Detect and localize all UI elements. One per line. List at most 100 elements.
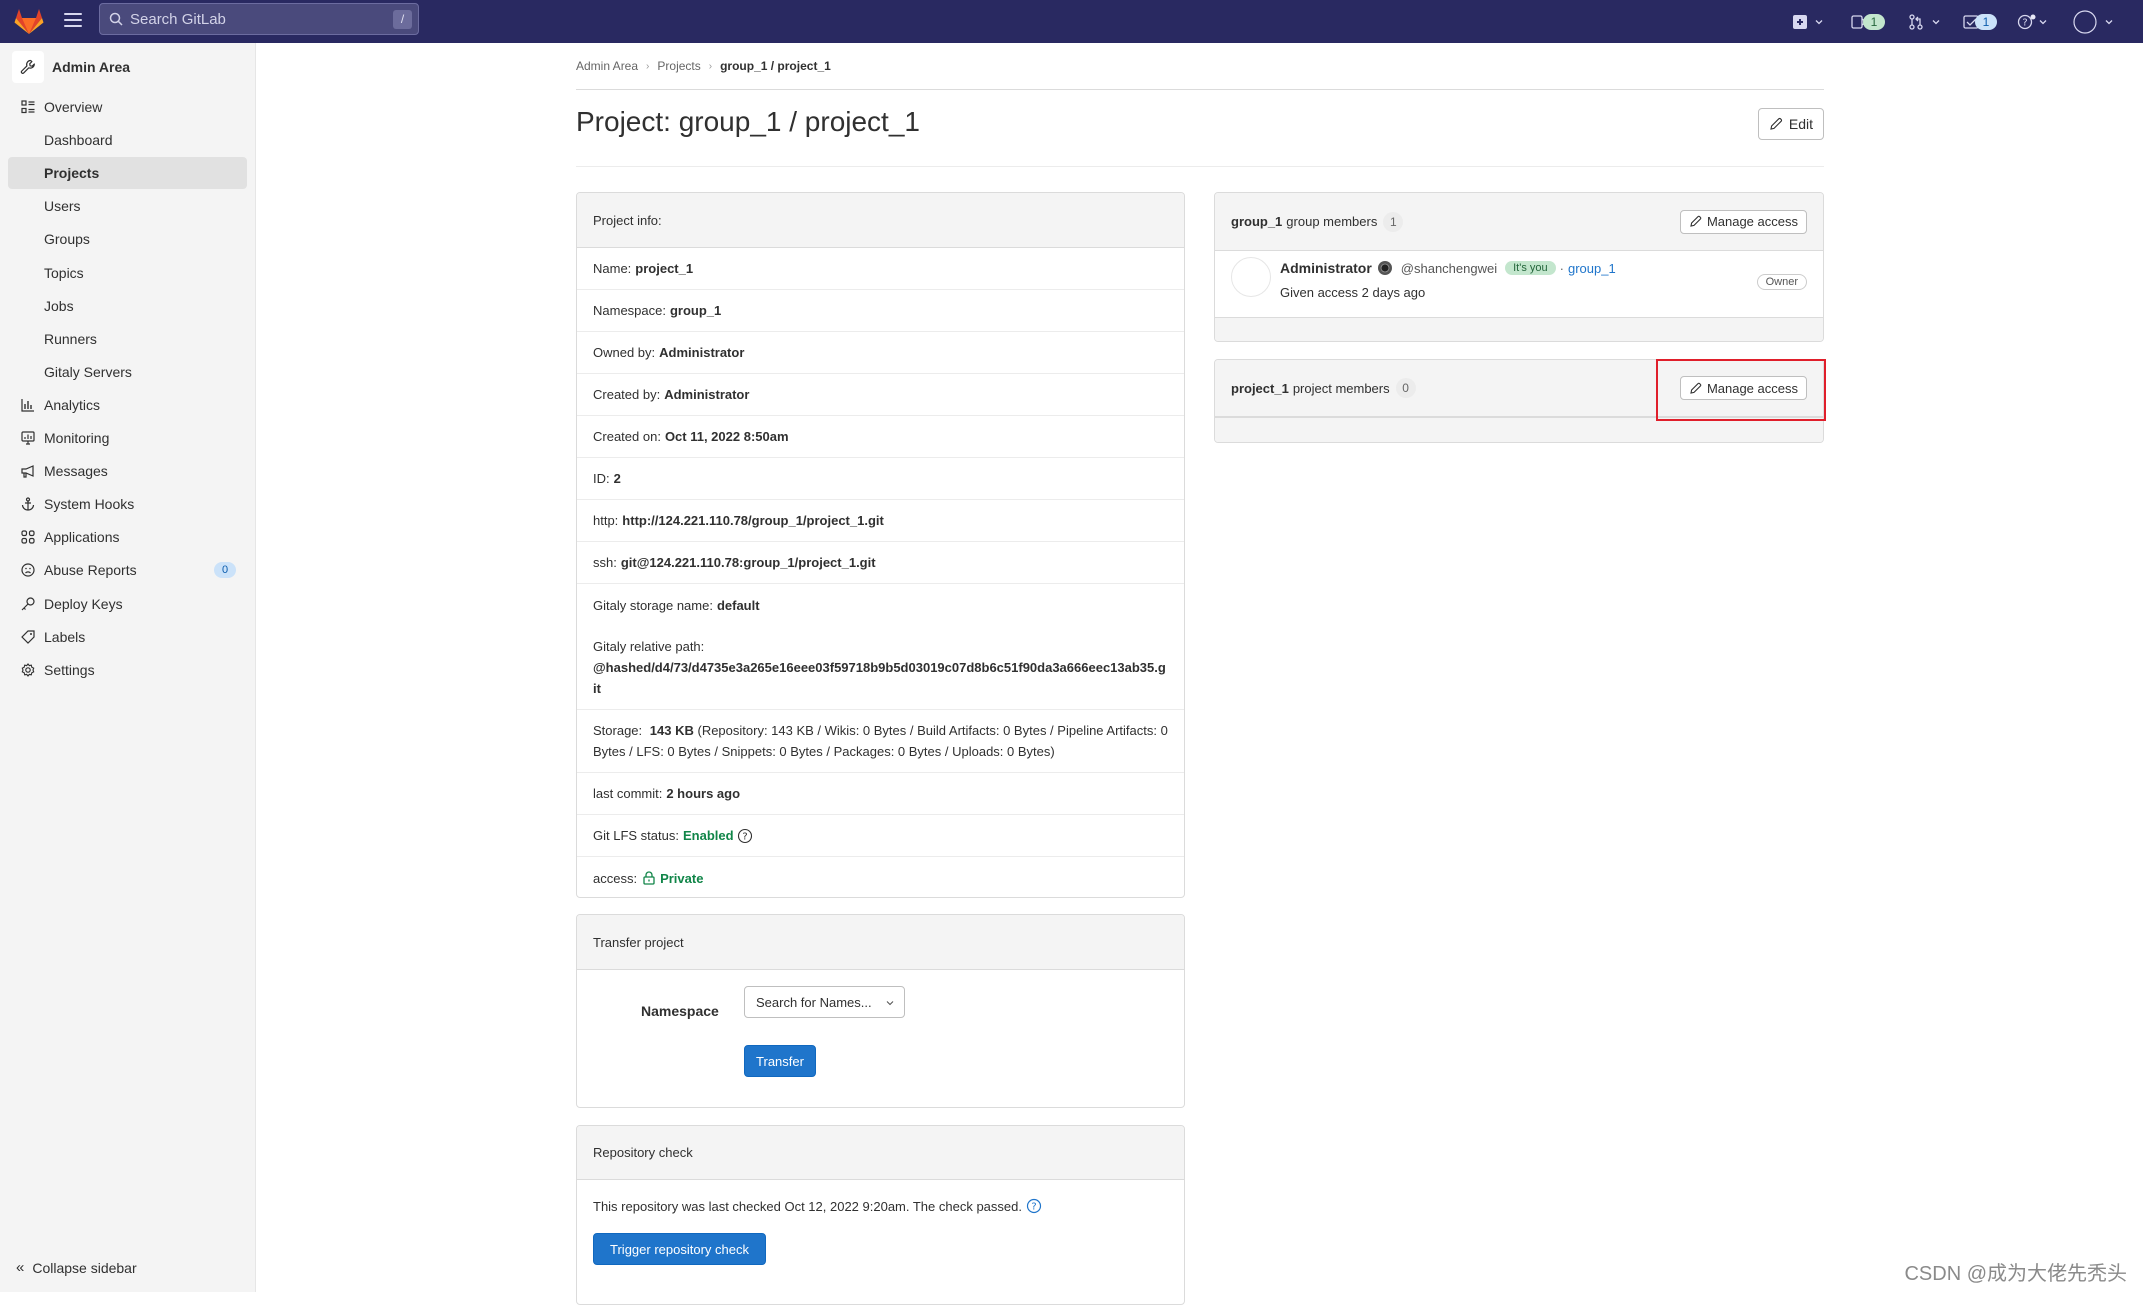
lfs-status: Enabled (683, 828, 734, 843)
sidebar-item-groups[interactable]: Groups (8, 223, 247, 255)
sidebar-item-topics[interactable]: Topics (8, 257, 247, 289)
sidebar-item-label: Jobs (44, 298, 74, 314)
last-commit-label: last commit: (593, 786, 662, 801)
breadcrumb-projects[interactable]: Projects (657, 59, 700, 73)
group-members-header: group_1 group members 1 Manage access (1215, 193, 1823, 251)
collapse-sidebar-button[interactable]: « Collapse sidebar (16, 1259, 137, 1276)
member-line: Administrator @shanchengwei It's you · g… (1280, 260, 1616, 276)
member-name[interactable]: Administrator (1280, 260, 1372, 276)
sidebar-item-label: Monitoring (44, 430, 109, 446)
info-label: ssh: (593, 555, 617, 570)
info-row-owned-by: Owned by:Administrator (577, 332, 1184, 374)
sidebar-item-deploy-keys[interactable]: Deploy Keys (8, 588, 247, 620)
admin-sidebar: Admin Area Overview DashboardProjects User… (0, 43, 256, 1292)
repo-check-status: This repository was last checked Oct 12,… (593, 1198, 1042, 1214)
sidebar-item-users[interactable]: Users (8, 190, 247, 222)
user-status-icon (1377, 260, 1393, 276)
group-members-count: 1 (1383, 212, 1403, 232)
settings-icon (20, 662, 36, 678)
namespace-select[interactable]: Search for Names... (744, 986, 905, 1018)
info-value: group_1 (670, 303, 721, 318)
chevron-down-icon (886, 999, 894, 1007)
transfer-project-card: Transfer project Namespace Search for Na… (576, 914, 1185, 1108)
sidebar-item-label: Applications (44, 529, 120, 545)
sidebar-item-label: Overview (44, 99, 102, 115)
chevron-down-icon (1815, 18, 1823, 26)
sidebar-item-gitaly-servers[interactable]: Gitaly Servers (8, 356, 247, 388)
sidebar-item-runners[interactable]: Runners (8, 323, 247, 355)
abuse-reports-count-badge: 0 (214, 562, 236, 578)
sidebar-item-label: Users (44, 198, 81, 214)
lock-icon (642, 871, 656, 885)
sidebar-item-applications[interactable]: Applications (8, 521, 247, 553)
sidebar-item-system-hooks[interactable]: System Hooks (8, 488, 247, 520)
project-info-header: Project info: (577, 193, 1184, 248)
user-avatar-icon (2073, 10, 2097, 34)
member-avatar[interactable] (1231, 257, 1271, 297)
info-row-ssh: ssh:git@124.221.110.78:group_1/project_1… (577, 542, 1184, 584)
issues-count-badge: 1 (1863, 14, 1885, 30)
member-row: Administrator @shanchengwei It's you · g… (1215, 251, 1823, 318)
sidebar-item-settings[interactable]: Settings (8, 654, 247, 686)
sidebar-header-admin-area[interactable]: Admin Area (12, 51, 130, 83)
applications-icon (20, 529, 36, 545)
svg-text:?: ? (2022, 17, 2027, 28)
member-source-link[interactable]: group_1 (1568, 261, 1616, 276)
repo-check-text: This repository was last checked Oct 12,… (593, 1199, 1022, 1214)
sidebar-item-projects[interactable]: Projects (8, 157, 247, 189)
breadcrumb-current[interactable]: group_1 / project_1 (720, 59, 831, 73)
transfer-button[interactable]: Transfer (744, 1045, 816, 1077)
search-input[interactable]: Search GitLab / (99, 3, 419, 35)
svg-text:?: ? (742, 831, 747, 842)
storage-total: 143 KB (650, 723, 694, 738)
sidebar-item-abuse-reports[interactable]: Abuse Reports0 (8, 554, 247, 586)
sidebar-item-monitoring[interactable]: Monitoring (8, 422, 247, 454)
info-row-created-on: Created on:Oct 11, 2022 8:50am (577, 416, 1184, 458)
wrench-icon (12, 51, 44, 83)
help-dropdown[interactable]: ? (2017, 0, 2047, 43)
info-row-created-by: Created by:Administrator (577, 374, 1184, 416)
sidebar-item-dashboard[interactable]: Dashboard (8, 124, 247, 156)
chevron-down-icon (2105, 18, 2113, 26)
todos-button[interactable]: 1 (1963, 0, 1997, 43)
new-dropdown[interactable] (1793, 0, 1823, 43)
merge-requests-dropdown[interactable] (1908, 0, 1940, 43)
info-value: Oct 11, 2022 8:50am (665, 429, 789, 444)
chevron-down-icon (2039, 18, 2047, 26)
trigger-repository-check-button[interactable]: Trigger repository check (593, 1233, 766, 1265)
help-icon: ? (2017, 14, 2037, 30)
sidebar-item-label: Topics (44, 265, 84, 281)
group-members-suffix: group members (1286, 214, 1377, 229)
pencil-icon (1689, 215, 1702, 228)
project-name: project_1 (1231, 381, 1289, 396)
group-manage-access-button[interactable]: Manage access (1680, 210, 1807, 234)
info-row-gitaly-path: Gitaly relative path: @hashed/d4/73/d473… (577, 626, 1184, 710)
sidebar-item-jobs[interactable]: Jobs (8, 290, 247, 322)
sidebar-item-labels[interactable]: Labels (8, 621, 247, 653)
issues-button[interactable]: 1 (1851, 0, 1885, 43)
info-row-id: ID:2 (577, 458, 1184, 500)
sidebar-item-label: System Hooks (44, 496, 134, 512)
repo-check-header: Repository check (577, 1126, 1184, 1180)
menu-hamburger-icon[interactable] (64, 13, 82, 29)
info-row-access: access: Private (577, 857, 1184, 898)
sidebar-item-overview[interactable]: Overview (8, 91, 247, 123)
group-members-card: group_1 group members 1 Manage access Ad… (1214, 192, 1824, 342)
info-row-lfs: Git LFS status: Enabled ? (577, 815, 1184, 857)
project-members-suffix: project members (1293, 381, 1390, 396)
svg-text:?: ? (1031, 1202, 1036, 1213)
help-question-icon[interactable]: ? (1026, 1198, 1042, 1214)
megaphone-icon (20, 463, 36, 479)
sidebar-item-messages[interactable]: Messages (8, 455, 247, 487)
gitlab-logo-icon[interactable] (14, 7, 44, 35)
info-value: 2 (614, 471, 621, 486)
manage-access-label: Manage access (1707, 214, 1798, 229)
monitor-icon (20, 430, 36, 446)
help-question-icon[interactable]: ? (737, 828, 753, 844)
breadcrumb-admin-area[interactable]: Admin Area (576, 59, 638, 73)
user-menu-dropdown[interactable] (2073, 0, 2113, 43)
sidebar-item-analytics[interactable]: Analytics (8, 389, 247, 421)
sidebar-item-label: Deploy Keys (44, 596, 123, 612)
double-chevron-left-icon: « (16, 1259, 24, 1276)
edit-button[interactable]: Edit (1758, 108, 1824, 140)
